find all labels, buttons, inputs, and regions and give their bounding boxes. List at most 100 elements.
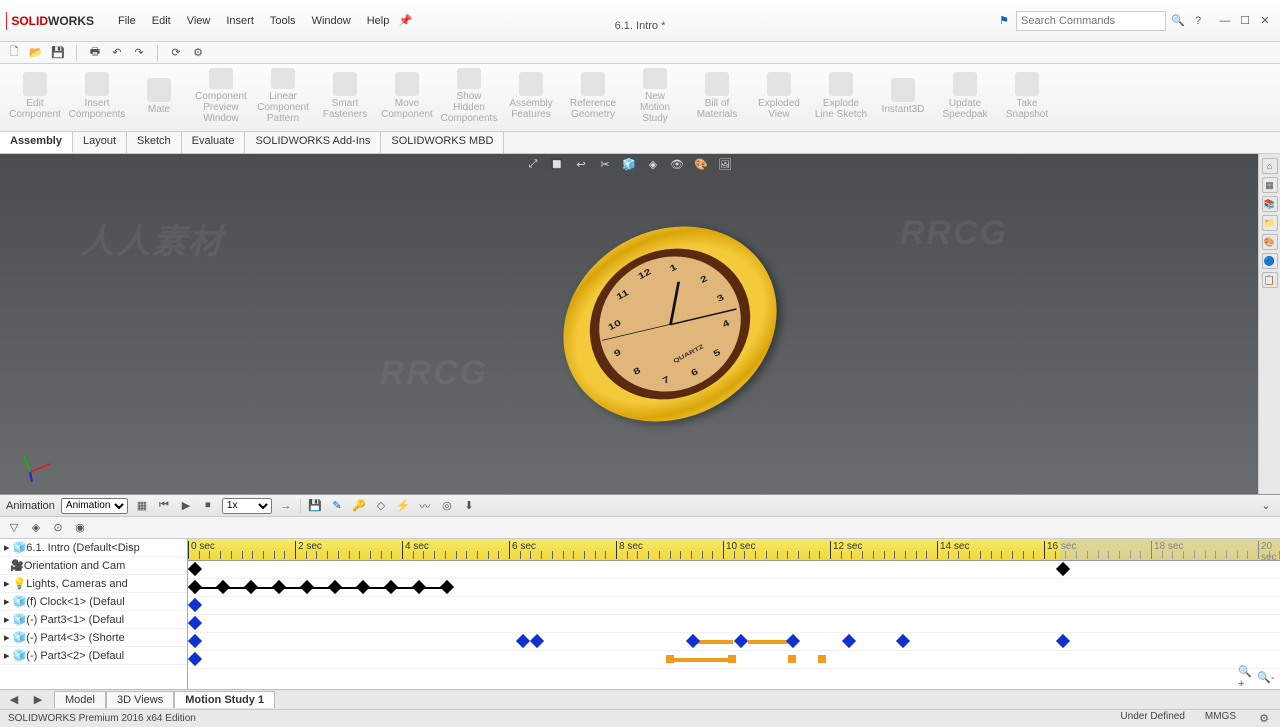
tl-row-part4-3[interactable] xyxy=(188,651,1280,669)
display-style-icon[interactable]: ◈ xyxy=(645,156,661,172)
command-search[interactable] xyxy=(1016,11,1166,31)
play-icon[interactable]: ▶ xyxy=(178,498,194,514)
tl-row-lights[interactable] xyxy=(188,597,1280,615)
menu-window[interactable]: Window xyxy=(304,11,359,31)
menu-file[interactable]: File xyxy=(110,11,144,31)
appearance-icon[interactable]: 🎨 xyxy=(693,156,709,172)
play-start-icon[interactable]: ⏮ xyxy=(156,498,172,514)
ribbon-show-hidden[interactable]: ShowHidden Components xyxy=(440,68,498,124)
keyframe-end[interactable] xyxy=(1056,562,1070,576)
ribbon-mate[interactable]: Mate xyxy=(130,68,188,124)
rebuild-icon[interactable]: ⟳ xyxy=(168,45,184,61)
keyframe[interactable] xyxy=(216,580,230,594)
zoom-fit-icon[interactable]: ⤢ xyxy=(525,156,541,172)
tree-row-part4-3[interactable]: ▸ 🧊 (-) Part4<3> (Shorte xyxy=(0,629,187,647)
autokey-icon[interactable]: 🔑 xyxy=(351,498,367,514)
status-gear-icon[interactable]: ⚙ xyxy=(1256,711,1272,727)
keyframe[interactable] xyxy=(188,634,202,648)
tl-row-clock[interactable] xyxy=(188,615,1280,633)
maximize-button[interactable]: ☐ xyxy=(1236,12,1254,30)
keyframe[interactable] xyxy=(188,580,202,594)
keyframe[interactable] xyxy=(412,580,426,594)
ribbon-reference-geometry[interactable]: ReferenceGeometry xyxy=(564,68,622,124)
ribbon-move-component[interactable]: MoveComponent xyxy=(378,68,436,124)
keyframe[interactable] xyxy=(788,655,796,663)
tab-evaluate[interactable]: Evaluate xyxy=(182,132,246,153)
keyframe[interactable] xyxy=(356,580,370,594)
tab-scroll-left-icon[interactable]: ◀ xyxy=(6,692,22,708)
animation-type-select[interactable]: Animation xyxy=(61,498,128,514)
tab-model[interactable]: Model xyxy=(54,691,106,708)
keyframe[interactable] xyxy=(686,634,700,648)
ribbon-new-motion-study[interactable]: NewMotion Study xyxy=(626,68,684,124)
tab-scroll-right-icon[interactable]: ▶ xyxy=(30,692,46,708)
print-icon[interactable]: 🖶 xyxy=(87,45,103,61)
tl-row-assembly[interactable] xyxy=(188,561,1280,579)
ribbon-bom[interactable]: Bill ofMaterials xyxy=(688,68,746,124)
keyframe[interactable] xyxy=(328,580,342,594)
spring-icon[interactable]: 〰 xyxy=(417,498,433,514)
tab-3d-views[interactable]: 3D Views xyxy=(106,691,174,708)
keyframe[interactable] xyxy=(188,562,202,576)
hide-show-icon[interactable]: 👁 xyxy=(669,156,685,172)
menu-insert[interactable]: Insert xyxy=(218,11,262,31)
close-button[interactable]: ✕ xyxy=(1256,12,1274,30)
minimize-button[interactable]: — xyxy=(1216,12,1234,30)
tree-row-orientation[interactable]: 🎥 Orientation and Cam xyxy=(0,557,187,575)
tree-row-assembly[interactable]: ▸ 🧊 6.1. Intro (Default<Disp xyxy=(0,539,187,557)
animation-wizard-icon[interactable]: ✎ xyxy=(329,498,345,514)
section-view-icon[interactable]: ✂ xyxy=(597,156,613,172)
ribbon-instant3d[interactable]: Instant3D xyxy=(874,68,932,124)
save-icon[interactable]: 💾 xyxy=(50,45,66,61)
ribbon-linear-pattern[interactable]: LinearComponent Pattern xyxy=(254,68,312,124)
stop-icon[interactable]: ⏹ xyxy=(200,498,216,514)
keyframe[interactable] xyxy=(1056,634,1070,648)
play-mode-icon[interactable]: → xyxy=(278,498,294,514)
ribbon-insert-components[interactable]: InsertComponents xyxy=(68,68,126,124)
flag-icon[interactable]: ⚑ xyxy=(996,13,1012,29)
zoom-in-timeline-icon[interactable]: 🔍+ xyxy=(1238,669,1254,685)
keyframe[interactable] xyxy=(786,634,800,648)
resources-icon[interactable]: ▦ xyxy=(1262,177,1278,193)
keyframe[interactable] xyxy=(244,580,258,594)
menu-edit[interactable]: Edit xyxy=(144,11,179,31)
zoom-area-icon[interactable]: 🔲 xyxy=(549,156,565,172)
custom-props-icon[interactable]: 📋 xyxy=(1262,272,1278,288)
redo-icon[interactable]: ↷ xyxy=(131,45,147,61)
filter-selected-icon[interactable]: ⊙ xyxy=(50,520,66,536)
filter-animated-icon[interactable]: ▽ xyxy=(6,520,22,536)
keyframe[interactable] xyxy=(734,634,748,648)
status-units[interactable]: MMGS xyxy=(1205,711,1236,727)
help-icon[interactable]: ? xyxy=(1190,13,1206,29)
tab-motion-study-1[interactable]: Motion Study 1 xyxy=(174,691,275,708)
tree-row-lights[interactable]: ▸ 💡 Lights, Cameras and xyxy=(0,575,187,593)
graphics-viewport[interactable]: ⤢ 🔲 ↩ ✂ 🧊 ◈ 👁 🎨 🖼 12 1 2 3 4 5 6 7 8 9 xyxy=(0,154,1258,494)
prev-view-icon[interactable]: ↩ xyxy=(573,156,589,172)
keyframe[interactable] xyxy=(188,652,202,666)
tab-sketch[interactable]: Sketch xyxy=(127,132,182,153)
keyframe[interactable] xyxy=(272,580,286,594)
keyframe[interactable] xyxy=(516,634,530,648)
view-palette-icon[interactable]: 🎨 xyxy=(1262,234,1278,250)
contact-icon[interactable]: ◎ xyxy=(439,498,455,514)
search-icon[interactable]: 🔍 xyxy=(1170,13,1186,29)
scene-icon[interactable]: 🖼 xyxy=(717,156,733,172)
timeline[interactable]: 0 sec2 sec4 sec6 sec8 sec10 sec12 sec14 … xyxy=(188,539,1280,689)
ribbon-smart-fasteners[interactable]: SmartFasteners xyxy=(316,68,374,124)
ribbon-assembly-features[interactable]: AssemblyFeatures xyxy=(502,68,560,124)
tl-row-orientation[interactable] xyxy=(188,579,1280,597)
open-icon[interactable]: 📂 xyxy=(28,45,44,61)
home-icon[interactable]: ⌂ xyxy=(1262,158,1278,174)
keyframe[interactable] xyxy=(384,580,398,594)
keyframe[interactable] xyxy=(842,634,856,648)
design-library-icon[interactable]: 📚 xyxy=(1262,196,1278,212)
ribbon-take-snapshot[interactable]: TakeSnapshot xyxy=(998,68,1056,124)
appearances-icon[interactable]: 🔵 xyxy=(1262,253,1278,269)
command-search-input[interactable] xyxy=(1017,15,1165,27)
tree-row-part3-2[interactable]: ▸ 🧊 (-) Part3<2> (Defaul xyxy=(0,647,187,665)
ribbon-exploded-view[interactable]: ExplodedView xyxy=(750,68,808,124)
playback-speed-select[interactable]: 1x xyxy=(222,498,272,514)
add-key-icon[interactable]: ◇ xyxy=(373,498,389,514)
view-orientation-icon[interactable]: 🧊 xyxy=(621,156,637,172)
keyframe[interactable] xyxy=(440,580,454,594)
